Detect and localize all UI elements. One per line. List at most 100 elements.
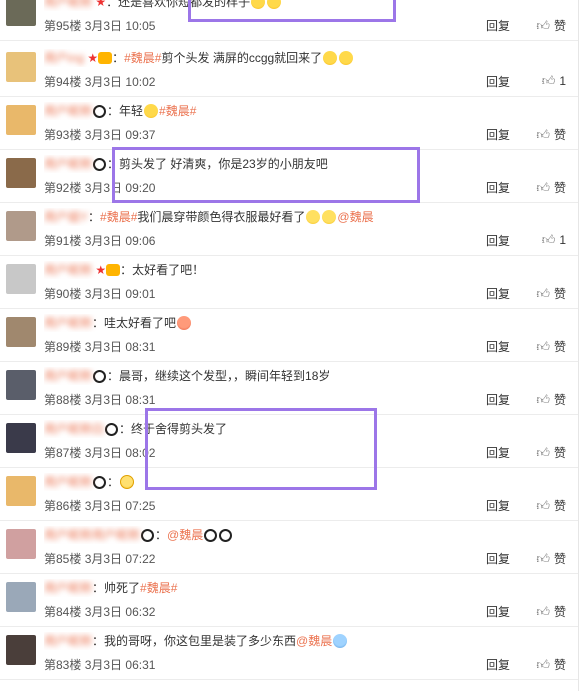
comment-time: 08:31 (125, 393, 156, 407)
thumbs-up-icon: 👍︎ (536, 180, 550, 195)
colon: ： (120, 263, 133, 277)
avatar[interactable] (6, 317, 36, 347)
avatar[interactable] (6, 105, 36, 135)
avatar[interactable] (6, 264, 36, 294)
reply-button[interactable]: 回复 (486, 73, 510, 90)
shock-emoji-icon (322, 210, 337, 224)
colon: ： (107, 369, 120, 383)
mention-link[interactable]: @魏晨 (296, 634, 332, 648)
reply-button[interactable]: 回复 (486, 603, 510, 620)
laugh-emoji-icon (144, 104, 159, 118)
colon: ： (92, 316, 105, 330)
avatar[interactable] (6, 370, 36, 400)
colon: ： (88, 210, 101, 224)
comment-row: 用户昵称：我的哥呀，你这包里是装了多少东西@魏晨 第83楼 3月3日 06:31 回… (0, 627, 578, 680)
reply-button[interactable]: 回复 (486, 17, 510, 34)
reply-button[interactable]: 回复 (486, 179, 510, 196)
comment-time: 10:02 (125, 75, 156, 89)
like-button[interactable]: 👍︎ 赞 (536, 179, 566, 196)
like-button[interactable]: 👍︎ 赞 (536, 550, 566, 567)
avatar[interactable] (6, 582, 36, 612)
like-button[interactable]: 👍︎ 1 (542, 73, 566, 89)
floor-number: 第89楼 (44, 340, 82, 354)
reply-button[interactable]: 回复 (486, 285, 510, 302)
thumbs-up-icon: 👍︎ (536, 551, 550, 566)
comment-meta: 第83楼 3月3日 06:31 (44, 656, 155, 673)
reply-button[interactable]: 回复 (486, 656, 510, 673)
comment-time: 07:22 (125, 552, 156, 566)
comment-content: 用户昵称 ：晨哥，继续这个发型，，瞬间年轻到18岁 (44, 367, 568, 385)
username-link[interactable]: 用户昵称 (44, 579, 92, 597)
comment-text: 帅死了 (104, 581, 141, 595)
avatar[interactable] (6, 52, 36, 82)
like-button[interactable]: 👍︎ 赞 (536, 444, 566, 461)
thumbs-up-icon: 👍︎ (536, 127, 550, 142)
reply-button[interactable]: 回复 (486, 126, 510, 143)
username-link[interactable]: 用户昵称 (44, 367, 92, 385)
thumbs-up-icon: 👍︎ (536, 392, 550, 407)
reply-button[interactable]: 回复 (486, 232, 510, 249)
like-button[interactable]: 👍︎ 赞 (536, 497, 566, 514)
like-count: 赞 (553, 393, 566, 407)
thumbs-up-icon: 👍︎ (536, 604, 550, 619)
thumbs-up-icon: 👍︎ (536, 286, 550, 301)
like-count: 赞 (553, 658, 566, 672)
username-link[interactable]: 用户昵称用户昵称 (44, 526, 140, 544)
star-badge-icon: ★ (92, 263, 107, 277)
like-button[interactable]: 👍︎ 赞 (536, 391, 566, 408)
username-link[interactable]: 用户昵称 (44, 261, 92, 279)
panda-emoji-icon (93, 476, 107, 489)
topic-tag-link[interactable]: #魏晨# (124, 51, 161, 65)
floor-number: 第91楼 (44, 234, 82, 248)
thumbs-up-icon: 👍︎ (536, 339, 550, 354)
comment-meta: 第93楼 3月3日 09:37 (44, 126, 155, 143)
comment-time: 09:01 (125, 287, 156, 301)
username-link[interactable]: 用户昵称 (44, 102, 92, 120)
username-link[interactable]: 用户昵称白 (44, 420, 104, 438)
colon: ： (92, 581, 105, 595)
mention-link[interactable]: #魏晨# (140, 581, 177, 595)
like-button[interactable]: 👍︎ 赞 (536, 603, 566, 620)
avatar[interactable] (6, 423, 36, 453)
comment-text: 年轻 (119, 104, 144, 118)
like-button[interactable]: 👍︎ 赞 (536, 17, 566, 34)
mention-link[interactable]: @魏晨 (167, 528, 203, 542)
username-link[interactable]: 用户姐Y (44, 208, 88, 226)
avatar[interactable] (6, 476, 36, 506)
comment-date: 3月3日 (84, 128, 123, 142)
reply-button[interactable]: 回复 (486, 550, 510, 567)
avatar[interactable] (6, 635, 36, 665)
panda-emoji-icon (93, 370, 107, 383)
floor-number: 第94楼 (44, 75, 82, 89)
like-button[interactable]: 👍︎ 赞 (536, 338, 566, 355)
reply-button[interactable]: 回复 (486, 444, 510, 461)
mention-link[interactable]: @魏晨 (337, 210, 373, 224)
username-link[interactable]: 用户ing (44, 49, 84, 67)
like-button[interactable]: 👍︎ 赞 (536, 126, 566, 143)
avatar[interactable] (6, 158, 36, 188)
like-count: 赞 (553, 181, 566, 195)
avatar[interactable] (6, 211, 36, 241)
reply-button[interactable]: 回复 (486, 391, 510, 408)
username-link[interactable]: 用户昵称 (44, 314, 92, 332)
comment-meta: 第87楼 3月3日 08:02 (44, 444, 155, 461)
reply-button[interactable]: 回复 (486, 497, 510, 514)
vip-badge-icon (106, 264, 121, 276)
like-button[interactable]: 👍︎ 1 (542, 232, 566, 248)
username-link[interactable]: 用户昵称 (44, 0, 92, 11)
comment-date: 3月3日 (84, 552, 123, 566)
username-link[interactable]: 用户昵称 (44, 632, 92, 650)
username-link[interactable]: 用户昵称 (44, 155, 92, 173)
like-button[interactable]: 👍︎ 赞 (536, 656, 566, 673)
comment-meta: 第94楼 3月3日 10:02 (44, 73, 155, 90)
like-count: 1 (559, 233, 566, 247)
username-link[interactable]: 用户昵称 (44, 473, 92, 491)
avatar[interactable] (6, 529, 36, 559)
topic-tag-link[interactable]: #魏晨# (100, 210, 137, 224)
reply-button[interactable]: 回复 (486, 338, 510, 355)
mention-link[interactable]: #魏晨# (159, 104, 196, 118)
smile-emoji-icon (120, 475, 135, 489)
comment-row: 用户昵称 ：年轻 #魏晨# 第93楼 3月3日 09:37 回复 👍︎ 赞 (0, 97, 578, 150)
like-button[interactable]: 👍︎ 赞 (536, 285, 566, 302)
avatar[interactable] (6, 0, 36, 26)
